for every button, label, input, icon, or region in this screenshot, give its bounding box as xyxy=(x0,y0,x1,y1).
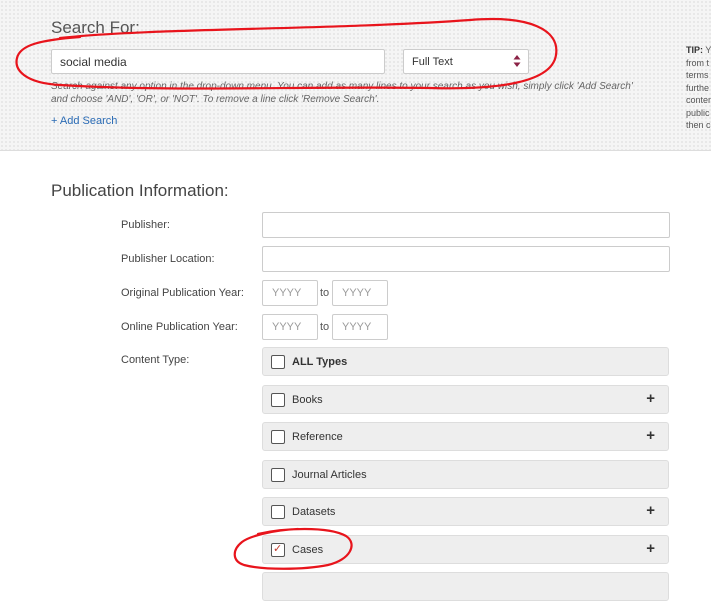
content-type-cases[interactable]: ✓ Cases + xyxy=(262,535,669,564)
search-term-input[interactable] xyxy=(51,49,385,74)
original-year-from-input[interactable] xyxy=(262,280,318,306)
tip-line: terms xyxy=(686,70,709,80)
plus-icon[interactable]: + xyxy=(646,427,655,444)
search-field-value: Full Text xyxy=(412,56,453,68)
online-year-from-input[interactable] xyxy=(262,314,318,340)
content-type-label-text: Datasets xyxy=(292,506,336,518)
tip-line: public xyxy=(686,107,710,118)
plus-icon[interactable]: + xyxy=(646,502,655,519)
online-year-label: Online Publication Year: xyxy=(121,321,238,333)
checkbox-checked[interactable]: ✓ xyxy=(271,543,285,557)
content-type-all[interactable]: ALL Types xyxy=(262,347,669,376)
online-year-to-input[interactable] xyxy=(332,314,388,340)
tip-line: then c xyxy=(686,120,711,130)
search-panel: Search For: Full Text Search against any… xyxy=(0,0,711,151)
checkbox[interactable] xyxy=(271,468,285,482)
tip-line: furthe xyxy=(686,82,710,93)
publication-info-heading: Publication Information: xyxy=(51,181,229,200)
content-type-label-text: Journal Articles xyxy=(292,469,367,481)
checkbox[interactable] xyxy=(271,393,285,407)
to-label: to xyxy=(320,321,330,333)
content-type-label-text: Books xyxy=(292,394,323,406)
content-type-label-text: Reference xyxy=(292,431,343,443)
content-type-books[interactable]: Books + xyxy=(262,385,669,414)
content-type-datasets[interactable]: Datasets + xyxy=(262,497,669,526)
plus-icon[interactable]: + xyxy=(646,390,655,407)
content-type-label: Content Type: xyxy=(121,354,190,366)
add-search-link[interactable]: + Add Search xyxy=(51,115,117,127)
search-for-heading: Search For: xyxy=(51,18,140,37)
content-type-next[interactable] xyxy=(262,572,669,601)
checkbox[interactable] xyxy=(271,355,285,369)
plus-icon[interactable]: + xyxy=(646,540,655,557)
tip-title: TIP: xyxy=(686,45,703,55)
publisher-label: Publisher: xyxy=(121,219,170,231)
search-help-text: Search against any option in the drop-do… xyxy=(51,81,633,105)
tip-box: TIP: Y from t terms furthe conten public… xyxy=(686,44,711,132)
publisher-location-input[interactable] xyxy=(262,246,670,272)
content-type-label-text: ALL Types xyxy=(292,356,348,368)
original-year-label: Original Publication Year: xyxy=(121,287,244,299)
checkbox[interactable] xyxy=(271,505,285,519)
search-field-select[interactable]: Full Text xyxy=(403,49,529,74)
original-year-to-input[interactable] xyxy=(332,280,388,306)
sort-arrows-icon xyxy=(513,55,521,67)
content-type-reference[interactable]: Reference + xyxy=(262,422,669,451)
tip-line: from t xyxy=(686,57,710,68)
publisher-location-label: Publisher Location: xyxy=(121,253,215,265)
tip-line: conten xyxy=(686,95,711,105)
content-type-journal-articles[interactable]: Journal Articles xyxy=(262,460,669,489)
content-type-label-text: Cases xyxy=(292,544,324,556)
checkmark-icon: ✓ xyxy=(273,543,283,555)
to-label: to xyxy=(320,287,330,299)
publisher-input[interactable] xyxy=(262,212,670,238)
checkbox[interactable] xyxy=(271,430,285,444)
